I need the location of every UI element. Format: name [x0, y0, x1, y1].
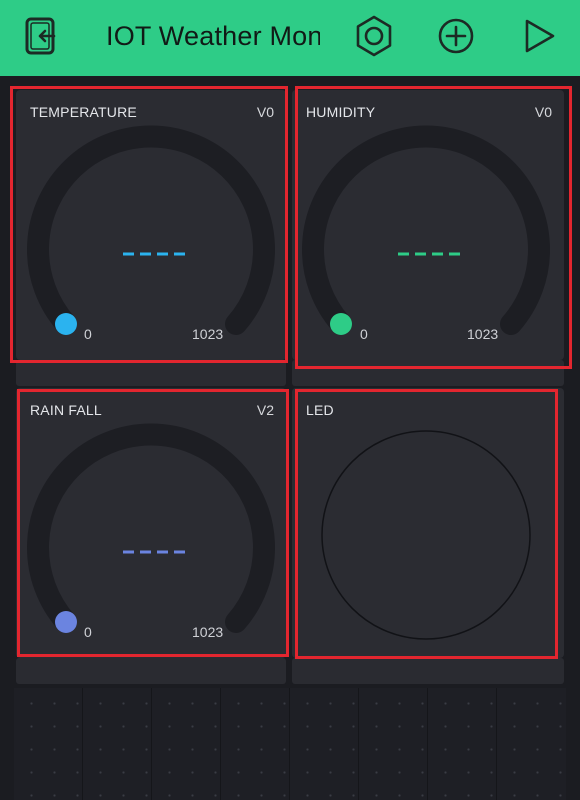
exit-icon[interactable]: [18, 12, 66, 60]
panel-strip: [292, 360, 564, 386]
widget-pin: V0: [534, 104, 552, 120]
gauge-min: 0: [84, 326, 92, 342]
widget-label: LED: [306, 402, 334, 418]
project-title: IOT Weather Monit: [106, 21, 320, 51]
widget-label: TEMPERATURE: [30, 104, 137, 120]
top-bar: IOT Weather Monit: [0, 0, 580, 76]
gauge-max: 1023: [467, 326, 499, 342]
gauge-dial: [27, 125, 275, 335]
led-widget[interactable]: LED: [292, 388, 564, 658]
temperature-gauge-widget[interactable]: TEMPERATURE V0 0 1023: [16, 90, 286, 360]
workspace-grid-lines: [14, 688, 566, 800]
settings-hexagon-icon[interactable]: [350, 12, 398, 60]
panel-strip: [16, 658, 286, 684]
led-indicator: [321, 430, 531, 640]
widget-pin: V0: [256, 104, 274, 120]
widget-label: RAIN FALL: [30, 402, 102, 418]
gauge-dial: [27, 423, 275, 633]
widget-label: HUMIDITY: [306, 104, 376, 120]
gauge-dial: [302, 125, 550, 335]
panel-strip: [16, 360, 286, 386]
gauge-max: 1023: [192, 326, 224, 342]
add-widget-icon[interactable]: [432, 12, 480, 60]
gauge-min: 0: [84, 624, 92, 640]
panel-strip: [292, 658, 564, 684]
gauge-max: 1023: [192, 624, 224, 640]
gauge-min: 0: [360, 326, 368, 342]
play-icon[interactable]: [514, 12, 562, 60]
humidity-gauge-widget[interactable]: HUMIDITY V0 0 1023: [292, 90, 564, 360]
widget-pin: V2: [256, 402, 274, 418]
rainfall-gauge-widget[interactable]: RAIN FALL V2 0 1023: [16, 388, 286, 658]
